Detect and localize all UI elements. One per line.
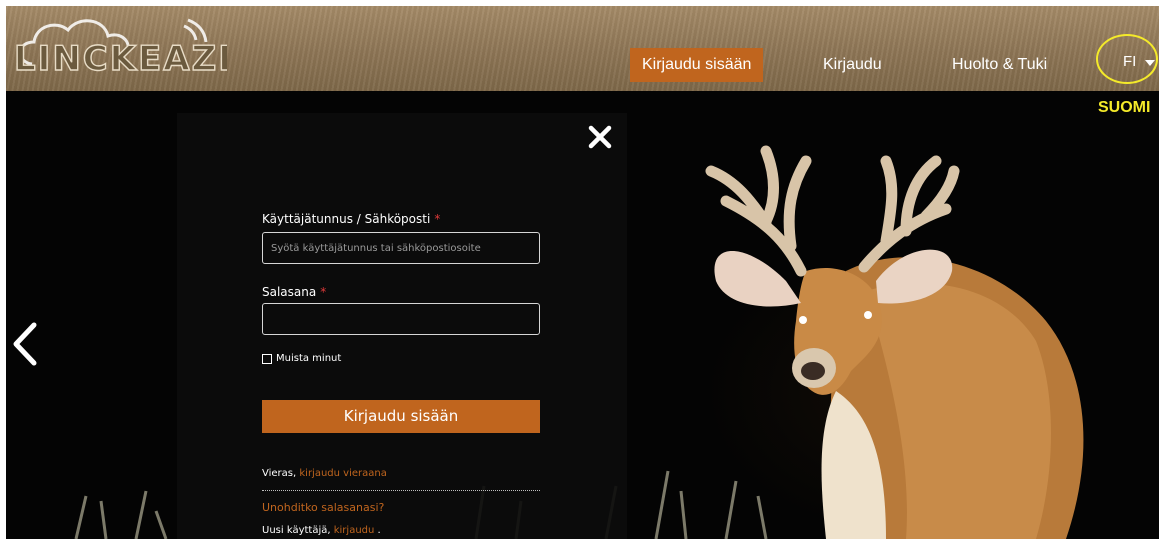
forgot-password-link[interactable]: Unohditko salasanasi? xyxy=(262,501,384,514)
remember-label: Muista minut xyxy=(276,353,342,364)
guest-login: Vieras, kirjaudu vieraana xyxy=(262,468,387,479)
nav-item-login[interactable]: Kirjaudu sisään xyxy=(630,48,764,82)
logo-wordmark: LINCKEAZI xyxy=(14,39,227,79)
new-user-register: Uusi käyttäjä, kirjaudu . xyxy=(262,525,381,536)
nav-item-support[interactable]: Huolto & Tuki xyxy=(952,48,1047,82)
caret-down-icon[interactable] xyxy=(1145,60,1155,66)
login-submit-button[interactable]: Kirjaudu sisään xyxy=(262,400,540,433)
close-icon[interactable] xyxy=(587,124,613,150)
guest-login-link[interactable]: kirjaudu vieraana xyxy=(299,468,386,479)
remember-checkbox[interactable] xyxy=(262,353,272,364)
nav-item-register[interactable]: Kirjaudu xyxy=(823,48,882,82)
register-link[interactable]: kirjaudu xyxy=(334,525,375,536)
language-name: SUOMI xyxy=(1098,99,1151,116)
brand-logo[interactable]: LINCKEAZI xyxy=(12,12,227,82)
dotted-divider xyxy=(262,490,540,491)
username-input[interactable] xyxy=(262,232,540,264)
username-label: Käyttäjätunnus / Sähköposti * xyxy=(262,212,441,226)
remember-me[interactable]: Muista minut xyxy=(262,353,341,364)
chevron-left-icon[interactable] xyxy=(10,321,40,367)
password-label: Salasana * xyxy=(262,285,327,299)
page: LINCKEAZI Kirjaudu sisään Kirjaudu Huolt… xyxy=(6,6,1159,539)
top-header: LINCKEAZI Kirjaudu sisään Kirjaudu Huolt… xyxy=(6,6,1159,91)
password-input[interactable] xyxy=(262,303,540,335)
language-selector[interactable]: FI xyxy=(1123,53,1136,70)
